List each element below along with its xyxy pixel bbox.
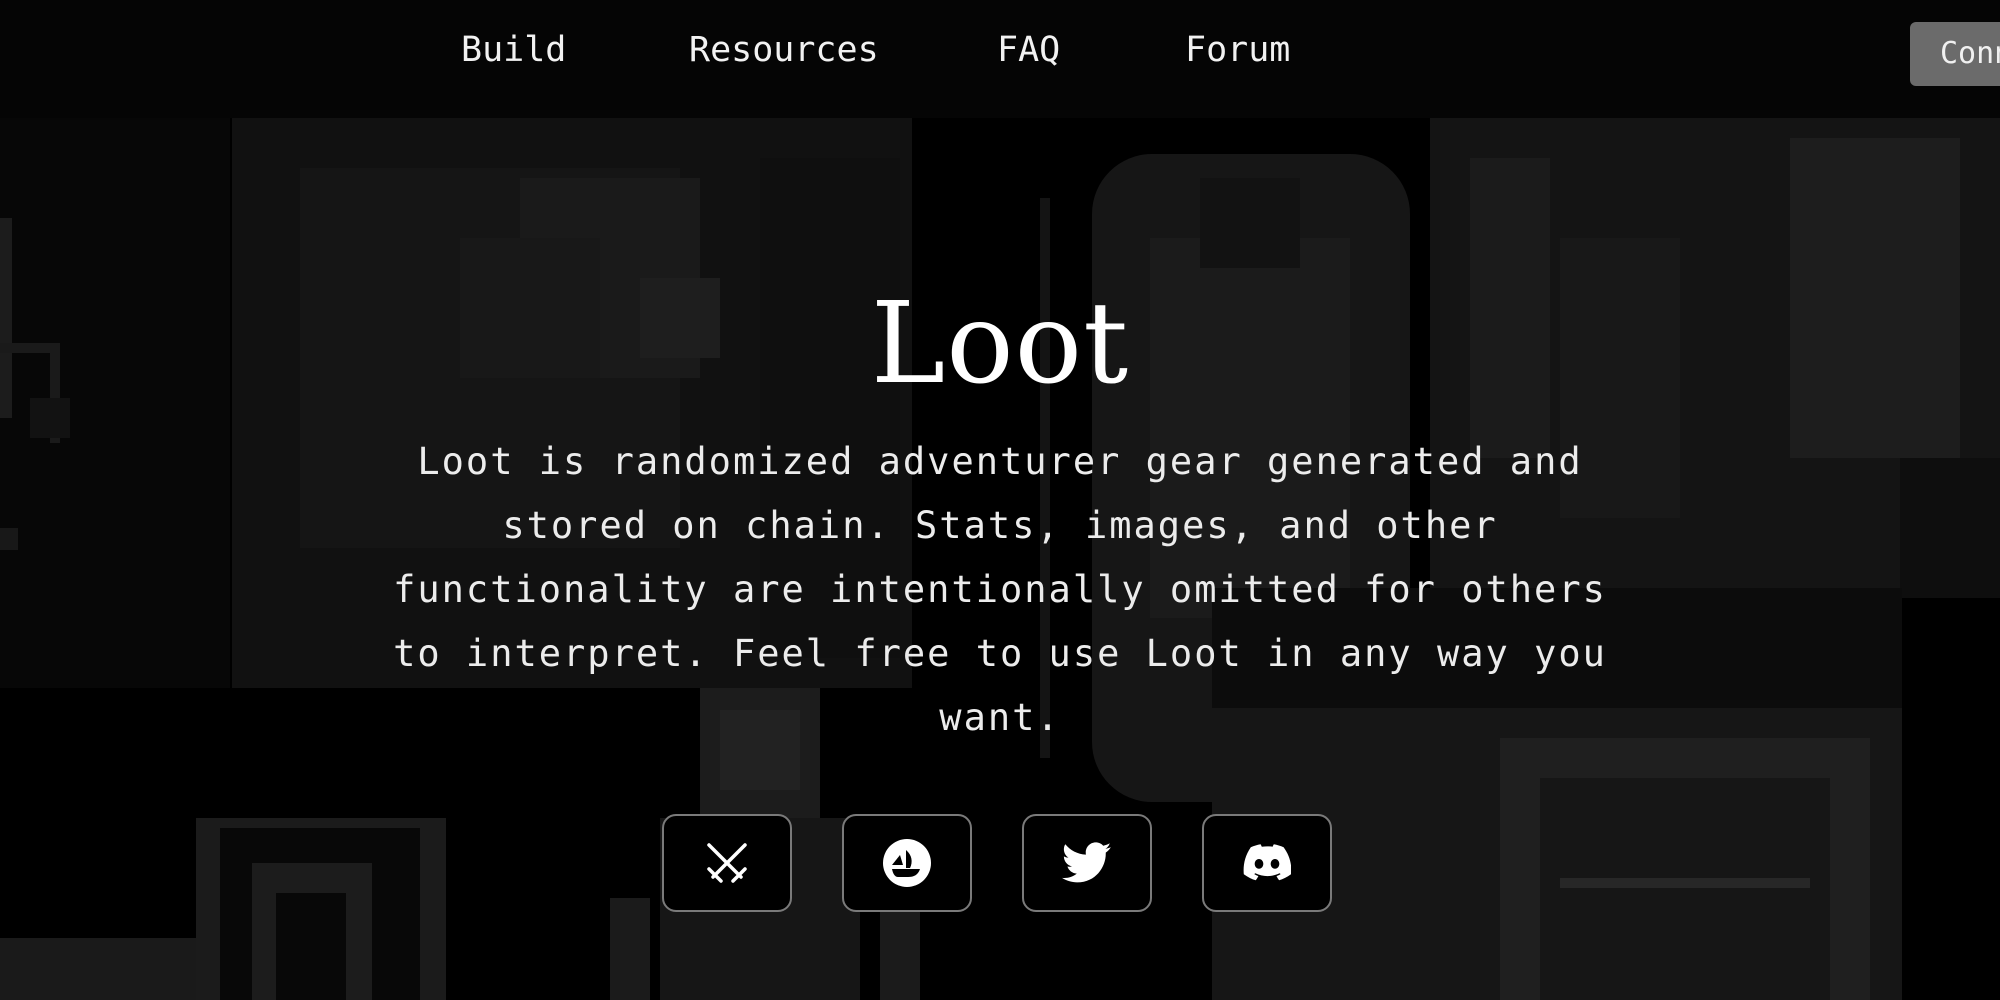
social-button-twitter[interactable] [1022, 814, 1152, 912]
twitter-icon [1062, 842, 1112, 884]
crossed-swords-icon [703, 839, 751, 887]
page: Build Resources FAQ Forum Connect Loot L… [0, 0, 2000, 1000]
discord-icon [1243, 844, 1291, 882]
hero-description: Loot is randomized adventurer gear gener… [393, 440, 1607, 739]
nav-link-faq[interactable]: FAQ [997, 30, 1060, 70]
social-button-opensea[interactable] [842, 814, 972, 912]
hero-title: Loot [870, 279, 1130, 409]
top-navbar: Build Resources FAQ Forum Connect [0, 0, 2000, 118]
social-button-discord[interactable] [1202, 814, 1332, 912]
connect-button[interactable]: Connect [1910, 22, 2000, 86]
nav-link-build[interactable]: Build [461, 30, 566, 70]
nav-link-forum[interactable]: Forum [1185, 30, 1290, 70]
hero: Loot Loot is randomized adventurer gear … [0, 0, 2000, 1000]
nav-link-resources[interactable]: Resources [689, 30, 879, 70]
opensea-icon [882, 838, 932, 888]
social-button-loot[interactable] [662, 814, 792, 912]
